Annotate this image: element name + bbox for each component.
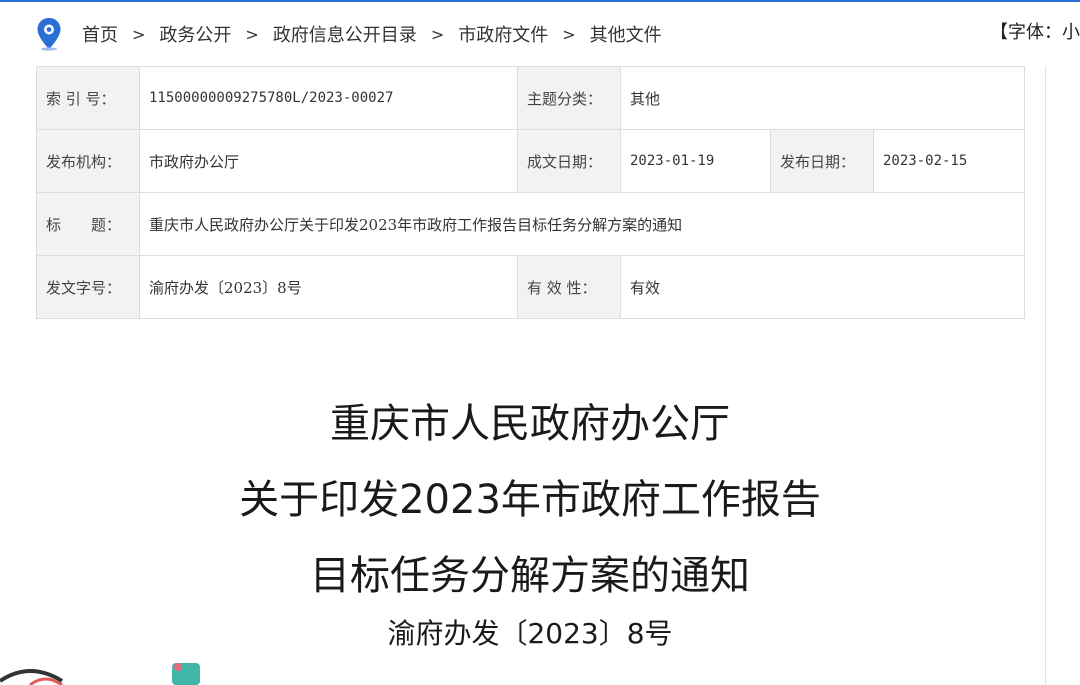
- title-value: 重庆市人民政府办公厅关于印发2023年市政府工作报告目标任务分解方案的通知: [138, 192, 1026, 256]
- breadcrumb-separator: >: [562, 24, 576, 44]
- published-date-label: 发布日期：: [770, 129, 874, 193]
- docno-label: 发文字号：: [36, 255, 140, 319]
- document-number: 渝府办发〔2023〕8号: [387, 617, 673, 650]
- meta-row-title: 标 题： 重庆市人民政府办公厅关于印发2023年市政府工作报告目标任务分解方案的…: [36, 192, 1026, 256]
- index-label: 索 引 号：: [36, 66, 140, 130]
- docno-value: 渝府办发〔2023〕8号: [139, 255, 518, 319]
- partial-decorative-image: [0, 663, 200, 685]
- publisher-value: 市政府办公厅: [139, 129, 518, 193]
- breadcrumb-government-affairs[interactable]: 政务公开: [159, 21, 231, 47]
- content-divider: [1045, 66, 1046, 685]
- document-title: 重庆市人民政府办公厅 关于印发2023年市政府工作报告 目标任务分解方案的通知: [36, 386, 1024, 614]
- meta-row-docno: 发文字号： 渝府办发〔2023〕8号 有 效 性： 有效: [36, 255, 1026, 319]
- breadcrumb: 首页 > 政务公开 > 政府信息公开目录 > 市政府文件 > 其他文件: [36, 14, 662, 54]
- breadcrumb-home[interactable]: 首页: [82, 21, 118, 47]
- document-title-line: 关于印发2023年市政府工作报告: [239, 477, 821, 523]
- category-value: 其他: [619, 66, 1026, 130]
- breadcrumb-other-docs[interactable]: 其他文件: [590, 21, 662, 47]
- title-label: 标 题：: [36, 192, 140, 256]
- breadcrumb-separator: >: [132, 24, 146, 44]
- document-title-line: 重庆市人民政府办公厅: [330, 401, 730, 447]
- font-size-control[interactable]: 【字体：小: [990, 18, 1080, 44]
- document-title-line: 目标任务分解方案的通知: [310, 553, 750, 599]
- validity-label: 有 效 性：: [517, 255, 621, 319]
- published-date-value: 2023-02-15: [872, 129, 1026, 193]
- meta-row-index: 索 引 号： 11500000009275780L/2023-00027 主题分…: [36, 66, 1026, 130]
- document-metadata-table: 索 引 号： 11500000009275780L/2023-00027 主题分…: [36, 66, 1026, 319]
- top-accent-line: [0, 0, 1080, 2]
- created-date-value: 2023-01-19: [620, 129, 771, 193]
- breadcrumb-separator: >: [245, 24, 259, 44]
- publisher-label: 发布机构：: [36, 129, 140, 193]
- location-pin-icon: [37, 18, 61, 51]
- index-value: 11500000009275780L/2023-00027: [139, 66, 518, 130]
- breadcrumb-info-directory[interactable]: 政府信息公开目录: [273, 21, 417, 47]
- created-date-label: 成文日期：: [517, 129, 621, 193]
- breadcrumb-municipal-docs[interactable]: 市政府文件: [458, 21, 548, 47]
- breadcrumb-separator: >: [430, 24, 445, 44]
- meta-row-publisher: 发布机构： 市政府办公厅 成文日期： 2023-01-19 发布日期： 2023…: [36, 129, 1026, 193]
- validity-value: 有效: [619, 255, 1026, 319]
- category-label: 主题分类：: [517, 66, 621, 130]
